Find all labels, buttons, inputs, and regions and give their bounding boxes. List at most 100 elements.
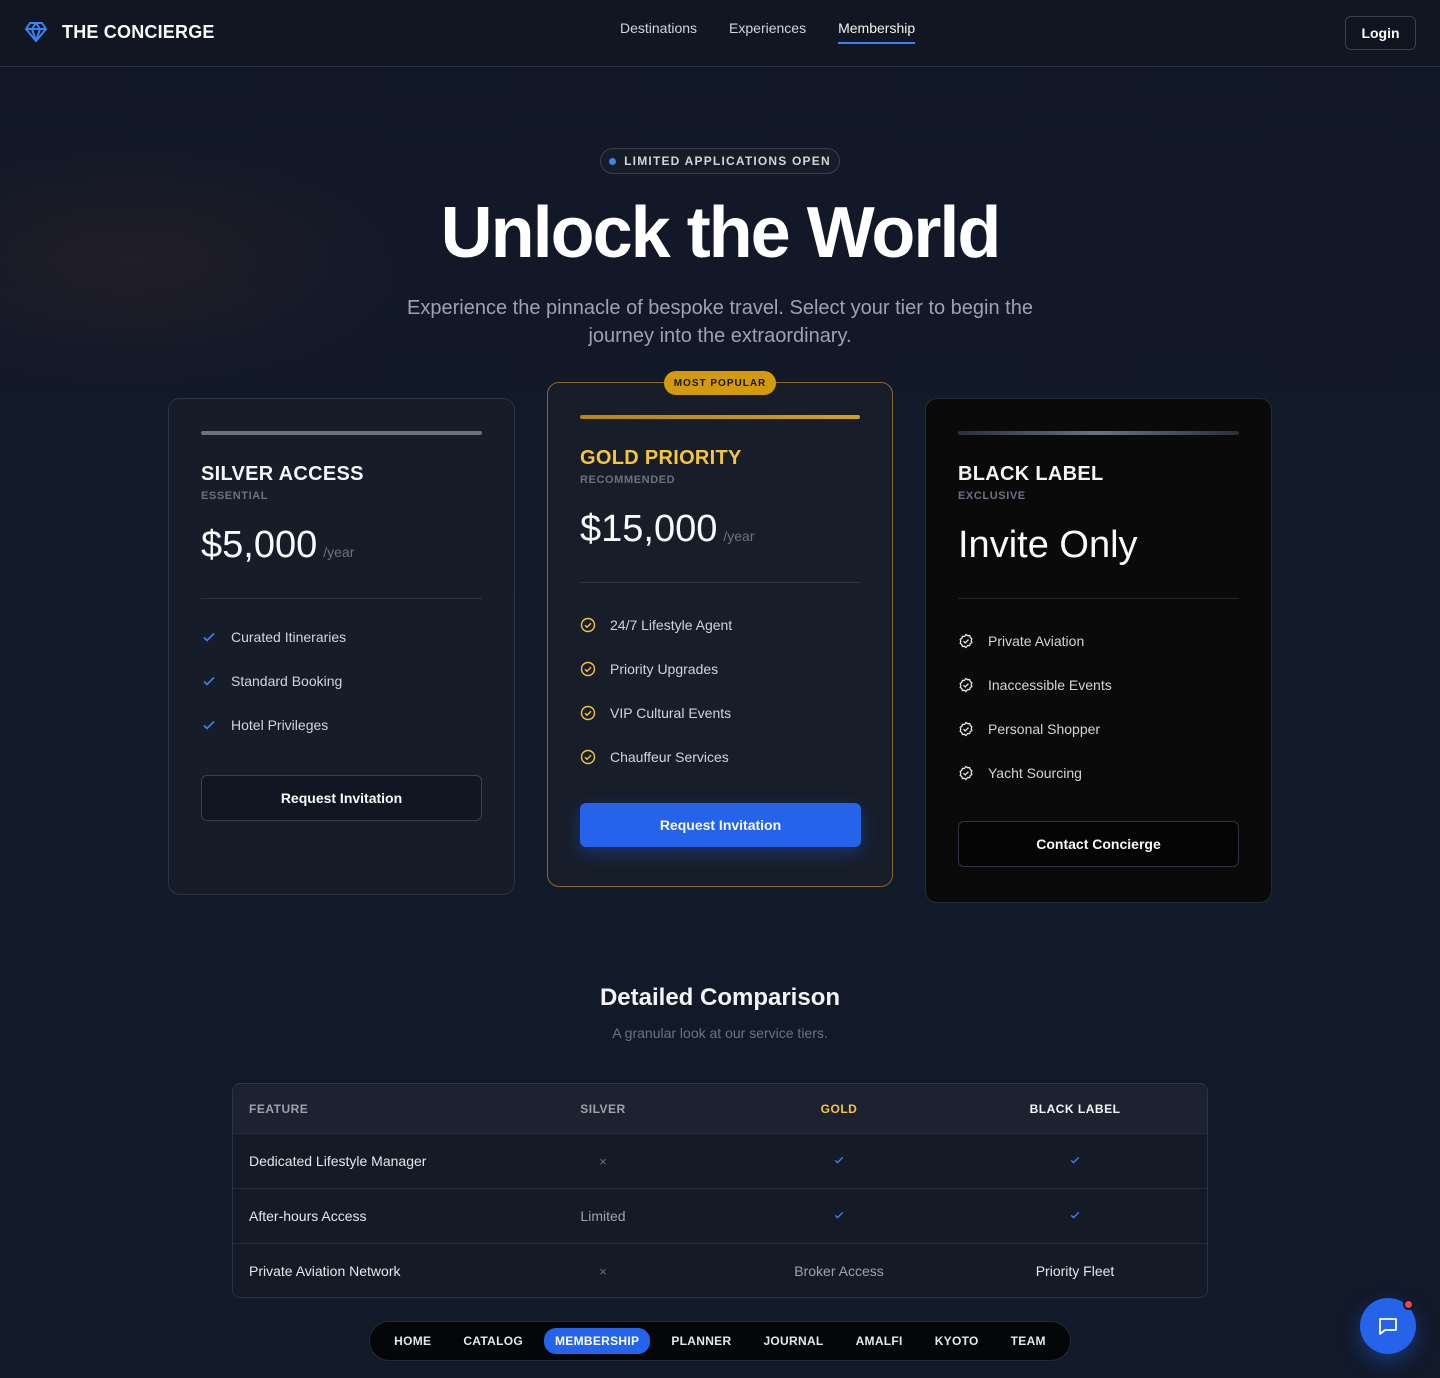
- table-row: Private Aviation Network × Broker Access…: [233, 1243, 1207, 1297]
- tier-accent-bar: [580, 415, 860, 419]
- feature-label: Yacht Sourcing: [988, 765, 1082, 781]
- divider: [580, 582, 860, 583]
- check-icon: [834, 1156, 844, 1164]
- check-icon: [203, 632, 215, 642]
- feature-label: Priority Upgrades: [610, 661, 719, 677]
- most-popular-badge: MOST POPULAR: [664, 371, 776, 395]
- row-black-cell: [957, 1208, 1193, 1224]
- row-feature: Dedicated Lifestyle Manager: [249, 1153, 427, 1169]
- table-header-row: FEATURE SILVER GOLD BLACK LABEL: [233, 1084, 1207, 1133]
- check-icon: [834, 1211, 844, 1219]
- comparison-subtitle: A granular look at our service tiers.: [612, 1025, 828, 1041]
- feature-item: Inaccessible Events: [958, 663, 1239, 707]
- check-circle-icon: [580, 749, 596, 765]
- page: THE CONCIERGE Destinations Experiences M…: [0, 0, 1440, 1378]
- feature-item: 24/7 Lifestyle Agent: [580, 603, 860, 647]
- nav-experiences[interactable]: Experiences: [729, 20, 806, 44]
- feature-label: 24/7 Lifestyle Agent: [610, 617, 733, 633]
- tier-card-gold: MOST POPULAR GOLD PRIORITY RECOMMENDED $…: [547, 371, 893, 887]
- row-black-cell: Priority Fleet: [1035, 1263, 1115, 1279]
- feature-item: Priority Upgrades: [580, 647, 860, 691]
- divider: [201, 598, 482, 599]
- feature-label: Inaccessible Events: [988, 677, 1112, 693]
- tier-subtitle: RECOMMENDED: [580, 474, 676, 486]
- feature-label: VIP Cultural Events: [610, 705, 732, 721]
- bottom-nav-team[interactable]: TEAM: [1000, 1328, 1057, 1354]
- check-icon: [203, 676, 215, 686]
- bottom-nav: HOME CATALOG MEMBERSHIP PLANNER JOURNAL …: [369, 1321, 1071, 1361]
- request-invitation-button[interactable]: Request Invitation: [580, 803, 861, 847]
- cross-icon: ×: [599, 1263, 607, 1279]
- row-feature: Private Aviation Network: [249, 1263, 401, 1279]
- top-header: THE CONCIERGE Destinations Experiences M…: [0, 0, 1440, 67]
- feature-list: 24/7 Lifestyle Agent Priority Upgrades V…: [580, 603, 860, 779]
- feature-label: Curated Itineraries: [231, 629, 347, 645]
- tier-name: BLACK LABEL: [958, 463, 1104, 485]
- check-icon: [1070, 1156, 1080, 1164]
- feature-item: Chauffeur Services: [580, 735, 860, 779]
- badge-check-icon: [959, 633, 973, 649]
- check-circle-icon: [580, 617, 596, 633]
- check-circle-icon: [580, 661, 596, 677]
- bottom-nav-membership[interactable]: MEMBERSHIP: [544, 1328, 651, 1354]
- feature-item: Personal Shopper: [958, 707, 1239, 751]
- chat-bubble-icon: [1379, 1318, 1397, 1335]
- tier-subtitle: EXCLUSIVE: [958, 490, 1026, 502]
- tier-price: $5,000: [201, 524, 318, 566]
- row-feature: After-hours Access: [249, 1208, 367, 1224]
- feature-item: Standard Booking: [201, 659, 482, 703]
- row-black-cell: [957, 1153, 1193, 1169]
- row-gold-cell: [721, 1153, 957, 1169]
- hero-title: Unlock the World: [440, 193, 1002, 273]
- check-icon: [1070, 1211, 1080, 1219]
- brand[interactable]: THE CONCIERGE: [24, 20, 215, 44]
- cross-icon: ×: [599, 1153, 607, 1169]
- tier-card-silver: SILVER ACCESS ESSENTIAL $5,000 /year Cur…: [168, 398, 515, 895]
- feature-label: Personal Shopper: [988, 721, 1101, 737]
- tier-accent-bar: [201, 431, 482, 435]
- feature-label: Standard Booking: [231, 673, 343, 689]
- row-silver-cell: Limited: [580, 1208, 626, 1224]
- bottom-nav-catalog[interactable]: CATALOG: [452, 1328, 534, 1354]
- row-gold-cell: Broker Access: [794, 1263, 884, 1279]
- price-period: /year: [323, 544, 355, 560]
- feature-label: Chauffeur Services: [610, 749, 729, 765]
- header-black-label: BLACK LABEL: [1029, 1101, 1121, 1116]
- tier-name: SILVER ACCESS: [201, 463, 364, 485]
- check-circle-icon: [580, 705, 596, 721]
- request-invitation-button[interactable]: Request Invitation: [201, 775, 482, 821]
- feature-item: Hotel Privileges: [201, 703, 482, 747]
- check-icon: [203, 720, 215, 730]
- price-row: Invite Only: [958, 524, 1239, 572]
- status-pill-label: LIMITED APPLICATIONS OPEN: [624, 154, 831, 168]
- price-row: $15,000 /year: [580, 508, 860, 556]
- chat-button[interactable]: [1360, 1298, 1416, 1354]
- feature-item: Curated Itineraries: [201, 615, 482, 659]
- contact-concierge-button[interactable]: Contact Concierge: [958, 821, 1239, 867]
- nav-membership[interactable]: Membership: [838, 20, 916, 44]
- hero-subtitle: Experience the pinnacle of bespoke trave…: [407, 297, 1033, 347]
- feature-list: Private Aviation Inaccessible Events Per…: [958, 619, 1239, 795]
- price-row: $5,000 /year: [201, 524, 482, 572]
- bottom-nav-kyoto[interactable]: KYOTO: [924, 1328, 990, 1354]
- notification-dot: [1403, 1299, 1414, 1310]
- feature-list: Curated Itineraries Standard Booking Hot…: [201, 615, 482, 747]
- header-gold: GOLD: [820, 1101, 858, 1116]
- table-row: Dedicated Lifestyle Manager ×: [233, 1133, 1207, 1188]
- header-silver: SILVER: [580, 1101, 626, 1116]
- bottom-nav-journal[interactable]: JOURNAL: [752, 1328, 834, 1354]
- login-button[interactable]: Login: [1345, 16, 1416, 50]
- bottom-nav-home[interactable]: HOME: [383, 1328, 442, 1354]
- feature-item: VIP Cultural Events: [580, 691, 860, 735]
- bottom-nav-amalfi[interactable]: AMALFI: [845, 1328, 914, 1354]
- feature-item: Yacht Sourcing: [958, 751, 1239, 795]
- tier-price: Invite Only: [958, 524, 1138, 566]
- price-period: /year: [723, 528, 755, 544]
- header-feature: FEATURE: [249, 1101, 309, 1116]
- bottom-nav-planner[interactable]: PLANNER: [660, 1328, 742, 1354]
- tier-subtitle: ESSENTIAL: [201, 490, 269, 502]
- tier-price: $15,000: [580, 508, 718, 550]
- feature-label: Hotel Privileges: [231, 717, 329, 733]
- feature-item: Private Aviation: [958, 619, 1239, 663]
- nav-destinations[interactable]: Destinations: [620, 20, 697, 44]
